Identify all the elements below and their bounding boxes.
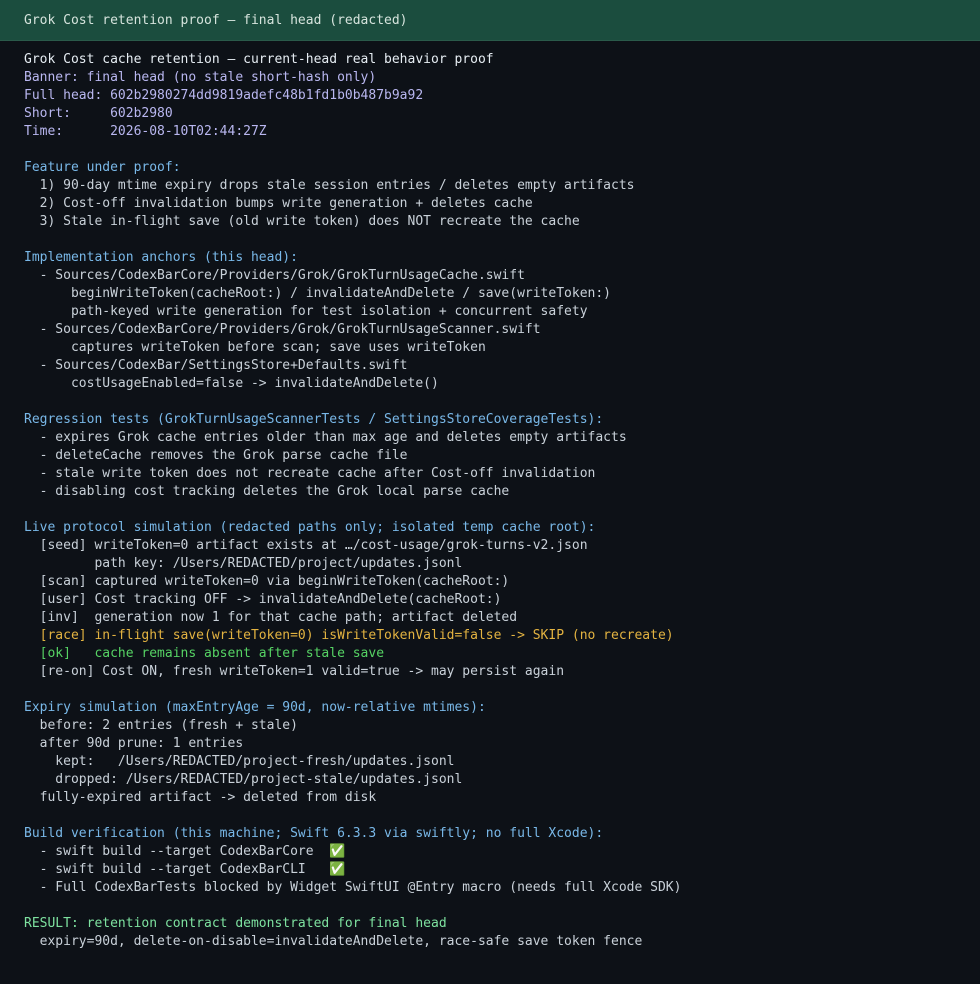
terminal-line: fully-expired artifact -> deleted from d… — [24, 790, 377, 805]
terminal-line: Regression tests (GrokTurnUsageScannerTe… — [24, 412, 604, 427]
terminal-window: Grok Cost retention proof — final head (… — [0, 0, 980, 984]
terminal-line: beginWriteToken(cacheRoot:) / invalidate… — [24, 286, 611, 301]
terminal-line: [inv] generation now 1 for that cache pa… — [24, 610, 518, 625]
terminal-line: - Sources/CodexBar/SettingsStore+Default… — [24, 358, 408, 373]
terminal-line: Full head: 602b2980274dd9819adefc48b1fd1… — [24, 88, 424, 103]
terminal-line: - Sources/CodexBarCore/Providers/Grok/Gr… — [24, 268, 525, 283]
terminal-line: Feature under proof: — [24, 160, 181, 175]
terminal-line: - Sources/CodexBarCore/Providers/Grok/Gr… — [24, 322, 541, 337]
terminal-line: RESULT: retention contract demonstrated … — [24, 916, 447, 931]
terminal-line: - deleteCache removes the Grok parse cac… — [24, 448, 408, 463]
terminal-line: [ok] cache remains absent after stale sa… — [24, 646, 385, 661]
terminal-line: - swift build --target CodexBarCore ✅ — [24, 844, 346, 859]
terminal-line: [user] Cost tracking OFF -> invalidateAn… — [24, 592, 502, 607]
terminal-line: Short: 602b2980 — [24, 106, 173, 121]
terminal-line: [race] in-flight save(writeToken=0) isWr… — [24, 628, 674, 643]
terminal-line: path-keyed write generation for test iso… — [24, 304, 588, 319]
terminal-line: Time: 2026-08-10T02:44:27Z — [24, 124, 267, 139]
terminal-line: [re-on] Cost ON, fresh writeToken=1 vali… — [24, 664, 565, 679]
terminal-line: [seed] writeToken=0 artifact exists at …… — [24, 538, 588, 553]
terminal-line: captures writeToken before scan; save us… — [24, 340, 486, 355]
terminal-line: kept: /Users/REDACTED/project-fresh/upda… — [24, 754, 455, 769]
terminal-line: expiry=90d, delete-on-disable=invalidate… — [24, 934, 643, 949]
terminal-line: 2) Cost-off invalidation bumps write gen… — [24, 196, 533, 211]
terminal-line: Expiry simulation (maxEntryAge = 90d, no… — [24, 700, 486, 715]
terminal-line: before: 2 entries (fresh + stale) — [24, 718, 298, 733]
terminal-line: Implementation anchors (this head): — [24, 250, 298, 265]
window-titlebar: Grok Cost retention proof — final head (… — [0, 0, 980, 41]
terminal-line: after 90d prune: 1 entries — [24, 736, 244, 751]
terminal-line: [scan] captured writeToken=0 via beginWr… — [24, 574, 510, 589]
window-title: Grok Cost retention proof — final head (… — [24, 12, 408, 28]
terminal-line: Grok Cost cache retention — current-head… — [24, 52, 494, 67]
terminal-line: - swift build --target CodexBarCLI ✅ — [24, 862, 346, 877]
terminal-line: - stale write token does not recreate ca… — [24, 466, 596, 481]
terminal-line: - Full CodexBarTests blocked by Widget S… — [24, 880, 682, 895]
terminal-line: 1) 90-day mtime expiry drops stale sessi… — [24, 178, 635, 193]
terminal-output[interactable]: Grok Cost cache retention — current-head… — [24, 51, 980, 951]
terminal-line: - disabling cost tracking deletes the Gr… — [24, 484, 510, 499]
terminal-line: path key: /Users/REDACTED/project/update… — [24, 556, 463, 571]
terminal-line: - expires Grok cache entries older than … — [24, 430, 627, 445]
terminal-line: Banner: final head (no stale short-hash … — [24, 70, 377, 85]
terminal-line: Build verification (this machine; Swift … — [24, 826, 604, 841]
terminal-line: 3) Stale in-flight save (old write token… — [24, 214, 580, 229]
terminal-line: costUsageEnabled=false -> invalidateAndD… — [24, 376, 439, 391]
terminal-line: Live protocol simulation (redacted paths… — [24, 520, 596, 535]
terminal-line: dropped: /Users/REDACTED/project-stale/u… — [24, 772, 463, 787]
